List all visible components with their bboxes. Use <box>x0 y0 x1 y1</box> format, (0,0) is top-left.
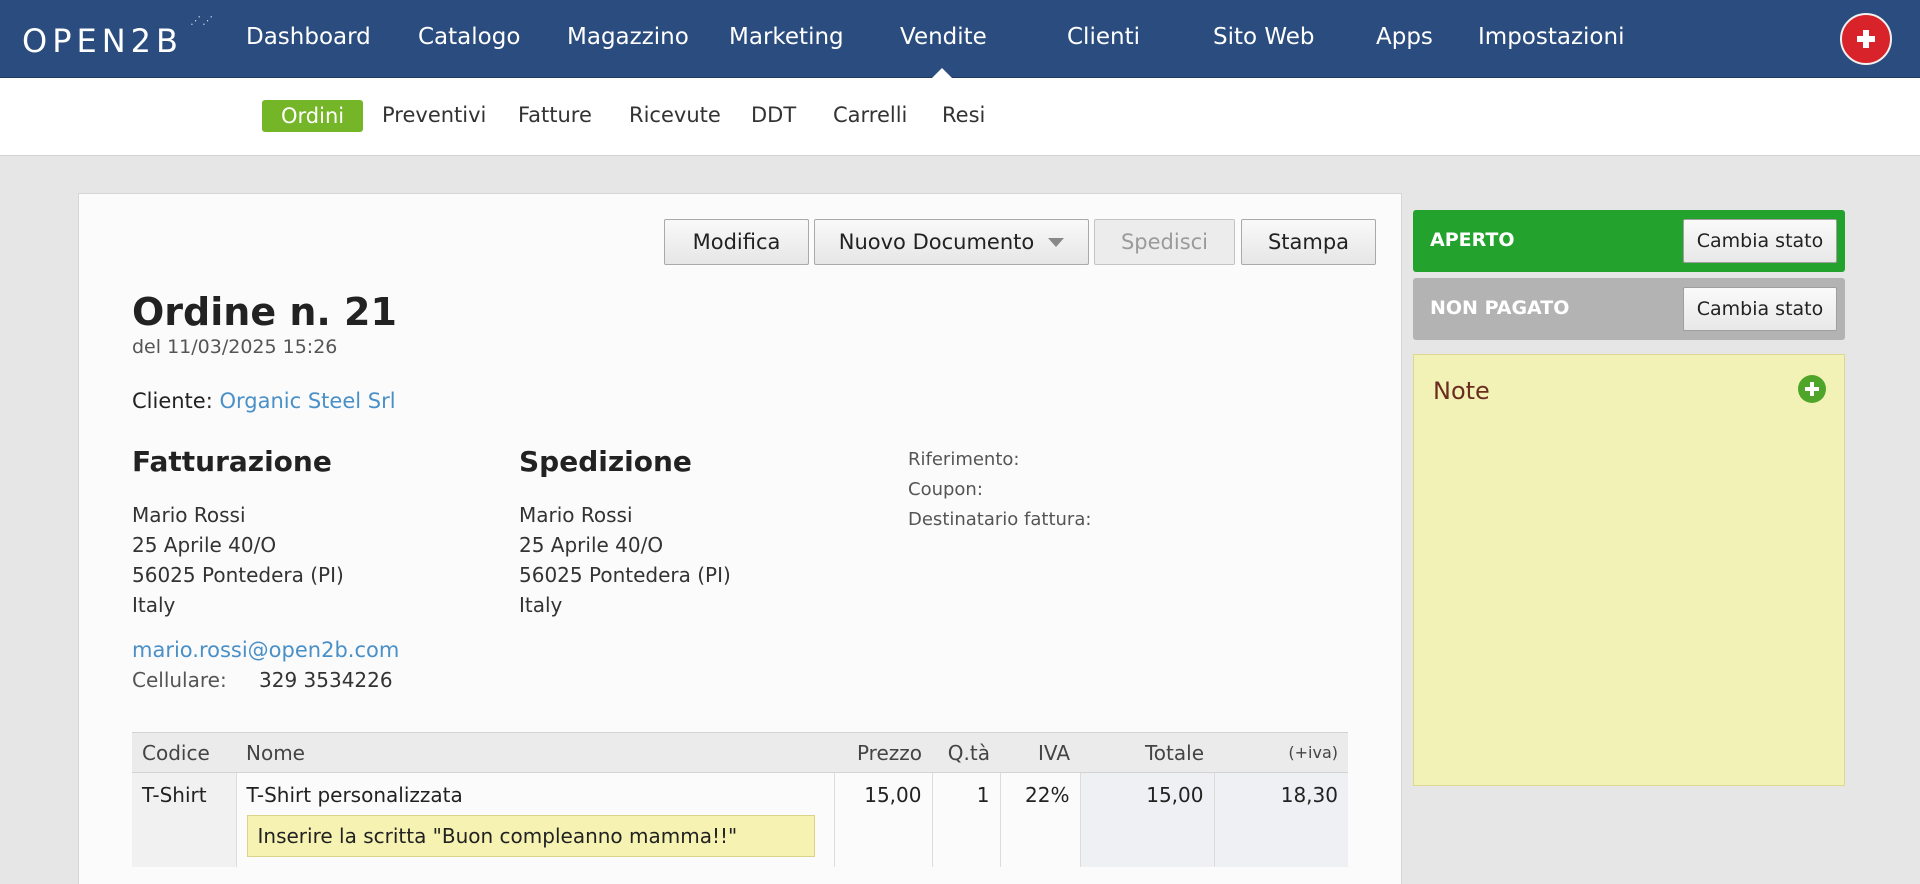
subnav-item-preventivi[interactable]: Preventivi <box>382 103 486 127</box>
phone-row: Cellulare: 329 3534226 <box>132 668 393 692</box>
table-row[interactable]: T-Shirt T-Shirt personalizzata Inserire … <box>132 772 1348 867</box>
subnav-item-resi[interactable]: Resi <box>942 103 985 127</box>
page-title: Ordine n. 21 <box>132 290 397 334</box>
nav-item-vendite[interactable]: Vendite <box>900 24 987 50</box>
col-header-vat: IVA <box>1000 732 1080 773</box>
billing-line: 56025 Pontedera (PI) <box>132 563 344 587</box>
phone-value: 329 3534226 <box>259 668 393 692</box>
subnav-item-fatture[interactable]: Fatture <box>518 103 592 127</box>
cell-vat: 22% <box>1000 772 1081 867</box>
edit-button[interactable]: Modifica <box>664 219 809 265</box>
swiss-cross-icon <box>1857 30 1875 48</box>
nav-item-marketing[interactable]: Marketing <box>729 24 844 50</box>
billing-heading: Fatturazione <box>132 445 332 478</box>
order-date: del 11/03/2025 15:26 <box>132 336 338 358</box>
col-header-qty: Q.tà <box>932 732 1000 773</box>
help-button[interactable] <box>1840 13 1892 65</box>
status-open-panel: APERTO Cambia stato <box>1413 210 1845 272</box>
status-open-label: APERTO <box>1430 229 1515 251</box>
notes-title: Note <box>1433 377 1490 405</box>
print-button-label: Stampa <box>1267 230 1350 254</box>
cell-name: T-Shirt personalizzata Inserire la scrit… <box>236 772 835 867</box>
shipping-address: Mario Rossi 25 Aprile 40/O 56025 Pontede… <box>519 500 731 620</box>
item-name: T-Shirt personalizzata <box>246 783 463 807</box>
email-link[interactable]: mario.rossi@open2b.com <box>132 638 399 662</box>
col-header-code: Codice <box>132 732 236 773</box>
notes-panel: Note <box>1413 354 1845 786</box>
change-payment-status-button[interactable]: Cambia stato <box>1683 287 1837 331</box>
shipping-line: 25 Aprile 40/O <box>519 533 664 557</box>
print-button[interactable]: Stampa <box>1241 219 1376 265</box>
col-header-price: Prezzo <box>834 732 932 773</box>
billing-line: 25 Aprile 40/O <box>132 533 277 557</box>
col-header-name: Nome <box>236 732 834 773</box>
nav-item-clienti[interactable]: Clienti <box>1067 24 1140 50</box>
subnav-item-ddt[interactable]: DDT <box>751 103 796 127</box>
status-unpaid-label: NON PAGATO <box>1430 297 1570 319</box>
nav-item-dashboard[interactable]: Dashboard <box>246 24 371 50</box>
subnav-item-ricevute[interactable]: Ricevute <box>629 103 721 127</box>
payment-status-panel: NON PAGATO Cambia stato <box>1413 278 1845 340</box>
cell-code: T-Shirt <box>132 772 237 867</box>
phone-label: Cellulare: <box>132 668 227 692</box>
coupon-label: Coupon: <box>908 479 983 500</box>
cell-qty: 1 <box>932 772 1001 867</box>
billing-line: Italy <box>132 593 176 617</box>
order-meta: Riferimento: Coupon: Destinatario fattur… <box>908 445 1091 535</box>
nav-item-apps[interactable]: Apps <box>1376 24 1433 50</box>
reference-label: Riferimento: <box>908 449 1020 470</box>
table-header-row: Codice Nome Prezzo Q.tà IVA Totale (+iva… <box>132 732 1348 773</box>
ship-button-label: Spedisci <box>1120 230 1209 254</box>
ship-button[interactable]: Spedisci <box>1094 219 1235 265</box>
new-document-dropdown[interactable]: Nuovo Documento <box>814 219 1089 265</box>
plus-icon <box>1805 382 1819 396</box>
col-header-plus-vat: (+iva) <box>1214 732 1348 773</box>
shipping-line: 56025 Pontedera (PI) <box>519 563 731 587</box>
brand-logo[interactable]: OPEN2B <box>22 22 183 60</box>
change-status-button[interactable]: Cambia stato <box>1683 219 1837 263</box>
cell-price: 15,00 <box>834 772 933 867</box>
subnav-item-ordini[interactable]: Ordini <box>262 100 364 132</box>
shipping-line: Italy <box>519 593 563 617</box>
client-link[interactable]: Organic Steel Srl <box>219 389 395 413</box>
item-note: Inserire la scritta "Buon compleanno mam… <box>246 815 815 857</box>
invoice-recipient-label: Destinatario fattura: <box>908 509 1092 530</box>
cell-total: 15,00 <box>1080 772 1215 867</box>
chevron-down-icon <box>1048 237 1065 247</box>
shipping-heading: Spedizione <box>519 445 692 478</box>
subnav-item-carrelli[interactable]: Carrelli <box>833 103 907 127</box>
order-items-table: Codice Nome Prezzo Q.tà IVA Totale (+iva… <box>132 732 1348 867</box>
nav-item-sito-web[interactable]: Sito Web <box>1213 24 1315 50</box>
brand-logo-dots: ⋰⋰ <box>190 14 214 27</box>
cell-total-vat: 18,30 <box>1214 772 1348 867</box>
billing-line: Mario Rossi <box>132 503 246 527</box>
new-document-label: Nuovo Documento <box>838 230 1035 254</box>
active-nav-caret <box>932 68 952 78</box>
client-label: Cliente: <box>132 389 213 413</box>
edit-button-label: Modifica <box>692 230 781 254</box>
client-row: Cliente: Organic Steel Srl <box>132 389 396 413</box>
shipping-line: Mario Rossi <box>519 503 633 527</box>
add-note-button[interactable] <box>1798 375 1826 403</box>
nav-item-impostazioni[interactable]: Impostazioni <box>1478 24 1624 50</box>
col-header-total: Totale <box>1080 732 1214 773</box>
billing-address: Mario Rossi 25 Aprile 40/O 56025 Pontede… <box>132 500 344 620</box>
nav-item-magazzino[interactable]: Magazzino <box>567 24 689 50</box>
nav-item-catalogo[interactable]: Catalogo <box>418 24 520 50</box>
